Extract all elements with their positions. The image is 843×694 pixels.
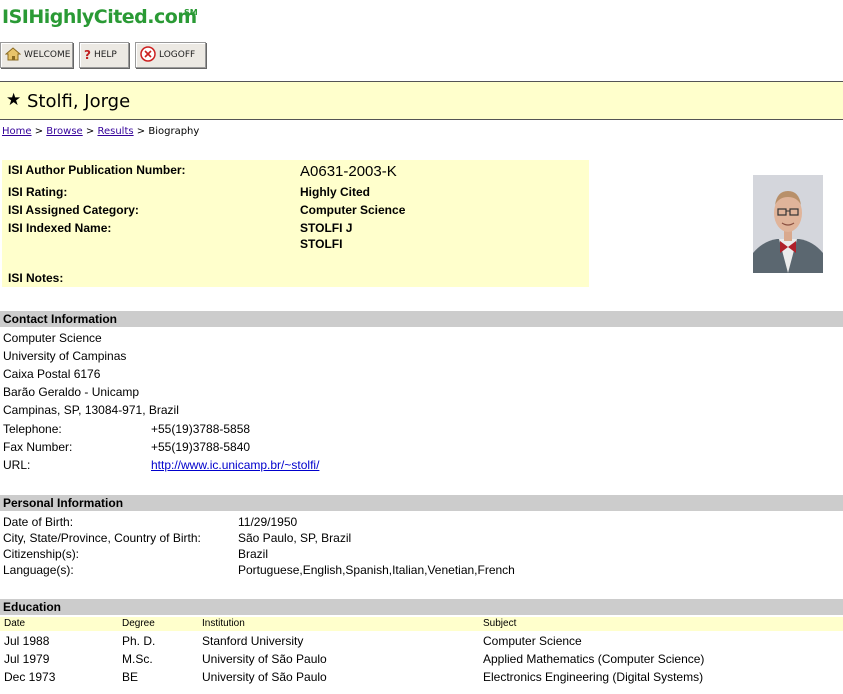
isi-notes-label: ISI Notes: (8, 271, 64, 285)
citizenship-value: Brazil (238, 547, 269, 561)
languages-label: Language(s): (3, 563, 74, 577)
isi-indexed-name: STOLFI J (300, 221, 353, 235)
column-header-institution: Institution (202, 618, 245, 629)
author-photo (753, 175, 823, 273)
service-mark: SM (184, 8, 198, 17)
logoff-label: LOGOFF (159, 50, 196, 60)
welcome-button[interactable]: WELCOME (0, 42, 73, 68)
edu-subject: Computer Science (483, 634, 582, 648)
breadcrumb-separator: > (34, 126, 44, 137)
edu-subject: Electronics Engineering (Digital Systems… (483, 670, 704, 684)
isi-info-box: ISI Author Publication Number: A0631-200… (2, 160, 589, 287)
breadcrumb-home[interactable]: Home (2, 126, 32, 137)
edu-degree: M.Sc. (122, 652, 153, 666)
breadcrumb-browse[interactable]: Browse (46, 126, 82, 137)
isi-rating-label: ISI Rating: (8, 185, 68, 199)
column-header-date: Date (4, 618, 26, 629)
fax-label: Fax Number: (3, 440, 73, 454)
personal-section-header: Personal Information (0, 495, 843, 511)
column-header-subject: Subject (483, 618, 517, 629)
home-icon (4, 46, 22, 64)
address-line: Campinas, SP, 13084-971, Brazil (3, 403, 179, 417)
isi-rating: Highly Cited (300, 185, 371, 199)
question-icon: ? (84, 48, 91, 62)
isi-pub-number: A0631-2003-K (300, 163, 397, 180)
column-header-degree: Degree (122, 618, 155, 629)
site-logo[interactable]: ISIHighlyCited.com (2, 6, 197, 28)
star-icon: ★ (6, 90, 22, 110)
birthplace-value: São Paulo, SP, Brazil (238, 531, 352, 545)
dob-label: Date of Birth: (3, 515, 74, 529)
isi-category: Computer Science (300, 203, 406, 217)
help-button[interactable]: ? HELP (79, 42, 129, 68)
welcome-label: WELCOME (24, 50, 71, 60)
citizenship-label: Citizenship(s): (3, 547, 80, 561)
breadcrumb-current: Biography (148, 126, 200, 137)
address-line: Caixa Postal 6176 (3, 367, 101, 381)
birthplace-label: City, State/Province, Country of Birth: (3, 531, 201, 545)
telephone-value: +55(19)3788-5858 (151, 422, 251, 436)
education-section-header: Education (0, 599, 843, 615)
help-label: HELP (93, 50, 117, 60)
edu-degree: BE (122, 670, 139, 684)
edu-subject: Applied Mathematics (Computer Science) (483, 652, 705, 666)
isi-pub-number-label: ISI Author Publication Number: (8, 163, 186, 177)
breadcrumb-results[interactable]: Results (97, 126, 133, 137)
isi-indexed-name: STOLFI (300, 237, 343, 251)
dob-value: 11/29/1950 (238, 515, 298, 529)
edu-institution: University of São Paulo (202, 670, 327, 684)
breadcrumb: Home > Browse > Results > Biography (2, 126, 199, 137)
isi-category-label: ISI Assigned Category: (8, 203, 139, 217)
edu-institution: Stanford University (202, 634, 304, 648)
edu-date: Jul 1979 (4, 652, 50, 666)
breadcrumb-separator: > (85, 126, 95, 137)
close-circle-icon (140, 45, 156, 65)
page-title: Stolfi, Jorge (27, 91, 131, 112)
url-label: URL: (3, 458, 31, 472)
homepage-link[interactable]: http://www.ic.unicamp.br/~stolfi/ (151, 458, 319, 472)
address-line: Computer Science (3, 331, 102, 345)
edu-date: Dec 1973 (4, 670, 56, 684)
edu-degree: Ph. D. (122, 634, 156, 648)
edu-institution: University of São Paulo (202, 652, 327, 666)
breadcrumb-separator: > (136, 126, 146, 137)
address-line: University of Campinas (3, 349, 127, 363)
edu-date: Jul 1988 (4, 634, 50, 648)
isi-indexed-name-label: ISI Indexed Name: (8, 221, 112, 235)
fax-value: +55(19)3788-5840 (151, 440, 251, 454)
telephone-label: Telephone: (3, 422, 62, 436)
contact-section-header: Contact Information (0, 311, 843, 327)
logoff-button[interactable]: LOGOFF (135, 42, 206, 68)
languages-value: Portuguese,English,Spanish,Italian,Venet… (238, 563, 515, 577)
address-line: Barão Geraldo - Unicamp (3, 385, 140, 399)
